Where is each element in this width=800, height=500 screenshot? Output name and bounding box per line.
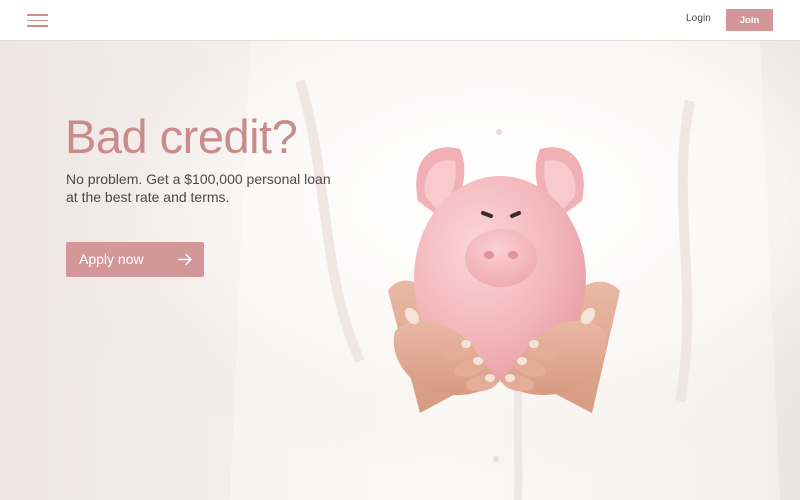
apply-now-label: Apply now: [79, 251, 144, 267]
arrow-right-icon: [178, 253, 192, 266]
join-button[interactable]: Join: [726, 9, 773, 31]
hero-subtext: No problem. Get a $100,000 personal loan…: [66, 171, 331, 205]
login-link[interactable]: Login: [686, 13, 711, 24]
hamburger-menu-icon[interactable]: [27, 14, 48, 27]
hero-section: Bad credit? No problem. Get a $100,000 p…: [0, 41, 800, 500]
hero-headline: Bad credit?: [65, 110, 298, 163]
apply-now-button[interactable]: Apply now: [66, 242, 204, 277]
top-navigation-bar: Login Join: [0, 0, 800, 41]
